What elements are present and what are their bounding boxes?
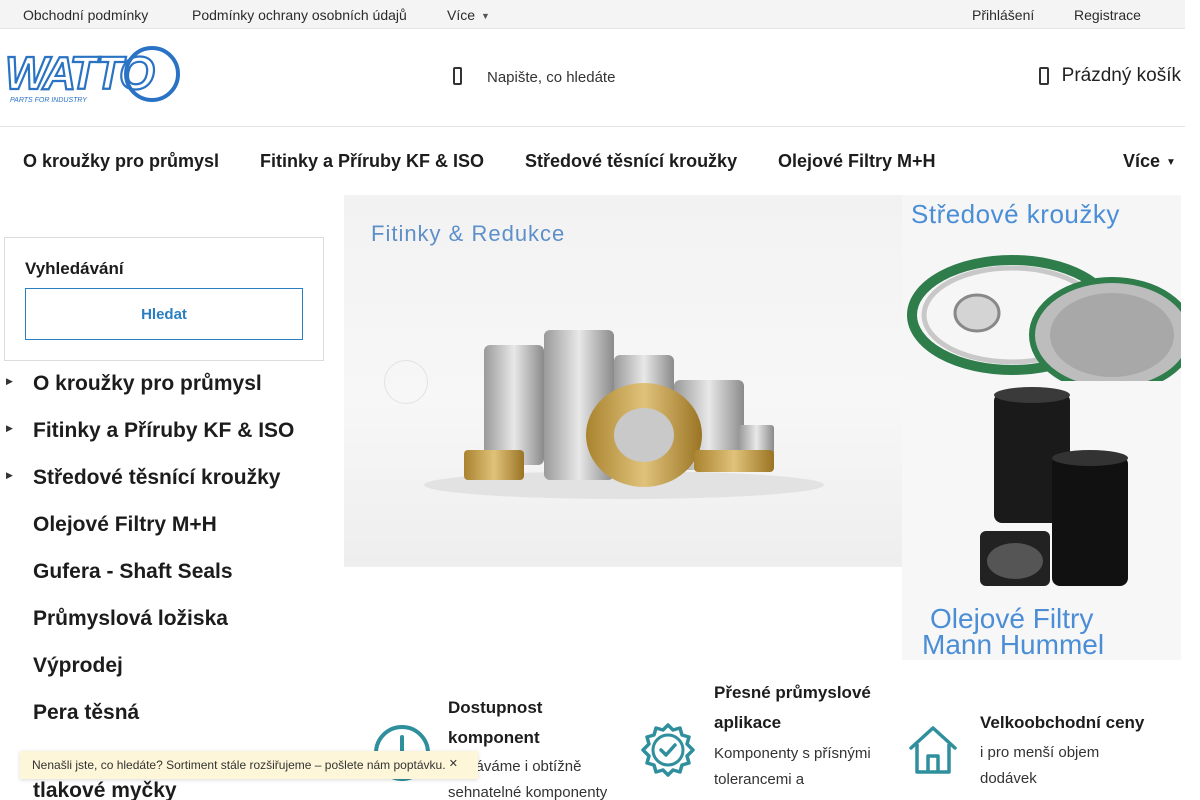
category-item[interactable]: Pera těsná bbox=[0, 695, 330, 735]
category-item[interactable]: ▶ Středové těsnící kroužky bbox=[0, 460, 330, 500]
nav-item-centering-rings[interactable]: Středové těsnící kroužky bbox=[525, 151, 737, 172]
feature-precision: Přesné průmyslové aplikace Komponenty s … bbox=[640, 678, 900, 800]
banner-centering-rings[interactable]: Středové kroužky bbox=[902, 195, 1181, 381]
inquiry-toast[interactable]: Nenašli jste, co hledáte? Sortiment stál… bbox=[20, 751, 478, 779]
search-icon[interactable] bbox=[452, 66, 470, 86]
category-label: O kroužky pro průmysl bbox=[33, 372, 262, 395]
nav-item-o-rings[interactable]: O kroužky pro průmysl bbox=[23, 151, 219, 172]
topbar-more-link[interactable]: Více ▼ bbox=[447, 7, 490, 23]
sidebar-search-box: Vyhledávání Hledat bbox=[4, 237, 324, 361]
feature-title: Velkoobchodní ceny bbox=[980, 713, 1145, 732]
privacy-link[interactable]: Podmínky ochrany osobních údajů bbox=[192, 7, 407, 23]
category-item[interactable]: Výprodej bbox=[0, 648, 330, 688]
centering-rings-image bbox=[907, 255, 1181, 381]
sidebar-search-title: Vyhledávání bbox=[25, 259, 124, 278]
feature-availability: Dostupnost komponent Dodáváme i obtížně … bbox=[372, 690, 632, 800]
category-label: Výprodej bbox=[33, 654, 123, 677]
feature-title: Přesné průmyslové aplikace bbox=[714, 683, 871, 732]
banner-oil-filters-line2: Mann Hummel bbox=[922, 629, 1105, 660]
cart-icon bbox=[1038, 67, 1049, 85]
cart-button[interactable]: Prázdný košík bbox=[1038, 65, 1181, 87]
category-item[interactable]: ▶ Fitinky a Příruby KF & ISO bbox=[0, 413, 330, 453]
category-item[interactable]: ▶ O kroužky pro průmysl bbox=[0, 366, 330, 406]
watto-logo[interactable]: WATTO PARTS FOR INDUSTRY bbox=[5, 45, 181, 105]
nav-item-fittings[interactable]: Fitinky a Příruby KF & ISO bbox=[260, 151, 484, 172]
category-label: Olejové Filtry M+H bbox=[33, 513, 217, 536]
nav-more-button[interactable]: Více ▼ bbox=[1123, 151, 1176, 172]
topbar-more-label: Více bbox=[447, 7, 476, 23]
category-label: Průmyslová ložiska bbox=[33, 607, 228, 630]
close-icon[interactable]: ✕ bbox=[449, 757, 458, 770]
chevron-right-icon: ▶ bbox=[6, 470, 13, 480]
search-button[interactable]: Hledat bbox=[25, 288, 303, 340]
nav-item-oil-filters[interactable]: Olejové Filtry M+H bbox=[778, 151, 936, 172]
category-label: Středové těsnící kroužky bbox=[33, 466, 281, 489]
chevron-down-icon: ▼ bbox=[481, 11, 490, 21]
feature-text: Komponenty s přísnými tolerancemi a bbox=[714, 745, 871, 788]
header-divider bbox=[0, 126, 1185, 127]
chevron-right-icon: ▶ bbox=[6, 376, 13, 386]
badge-check-icon bbox=[641, 723, 695, 777]
nav-more-label: Více bbox=[1123, 151, 1161, 171]
feature-text: i pro menší objem dodávek bbox=[980, 744, 1100, 787]
toast-text: Nenašli jste, co hledáte? Sortiment stál… bbox=[32, 758, 446, 772]
cart-label: Prázdný košík bbox=[1061, 65, 1181, 86]
category-label: Gufera - Shaft Seals bbox=[33, 560, 233, 583]
search-input[interactable] bbox=[480, 63, 780, 91]
banner-fittings[interactable]: Fitinky & Redukce bbox=[344, 195, 902, 567]
feature-wholesale: Velkoobchodní ceny i pro menší objem dod… bbox=[905, 708, 1185, 800]
home-icon bbox=[909, 726, 957, 774]
category-item[interactable]: Olejové Filtry M+H bbox=[0, 507, 330, 547]
feature-title: Dostupnost komponent bbox=[448, 698, 543, 747]
banner-oil-filters[interactable]: Olejové Filtry Mann Hummel bbox=[902, 381, 1181, 660]
chevron-down-icon: ▼ bbox=[1166, 157, 1176, 168]
top-utility-bar: Obchodní podmínky Podmínky ochrany osobn… bbox=[0, 0, 1185, 29]
logo-tagline: PARTS FOR INDUSTRY bbox=[10, 97, 88, 104]
fittings-product-image bbox=[424, 330, 824, 499]
category-label: Pera těsná bbox=[33, 701, 140, 724]
terms-link[interactable]: Obchodní podmínky bbox=[23, 7, 148, 23]
login-link[interactable]: Přihlášení bbox=[972, 7, 1034, 23]
register-link[interactable]: Registrace bbox=[1074, 7, 1141, 23]
category-item[interactable]: Průmyslová ložiska bbox=[0, 601, 330, 641]
category-item[interactable]: Gufera - Shaft Seals bbox=[0, 554, 330, 594]
category-label: Fitinky a Příruby KF & ISO bbox=[33, 419, 295, 442]
chevron-right-icon: ▶ bbox=[6, 423, 13, 433]
